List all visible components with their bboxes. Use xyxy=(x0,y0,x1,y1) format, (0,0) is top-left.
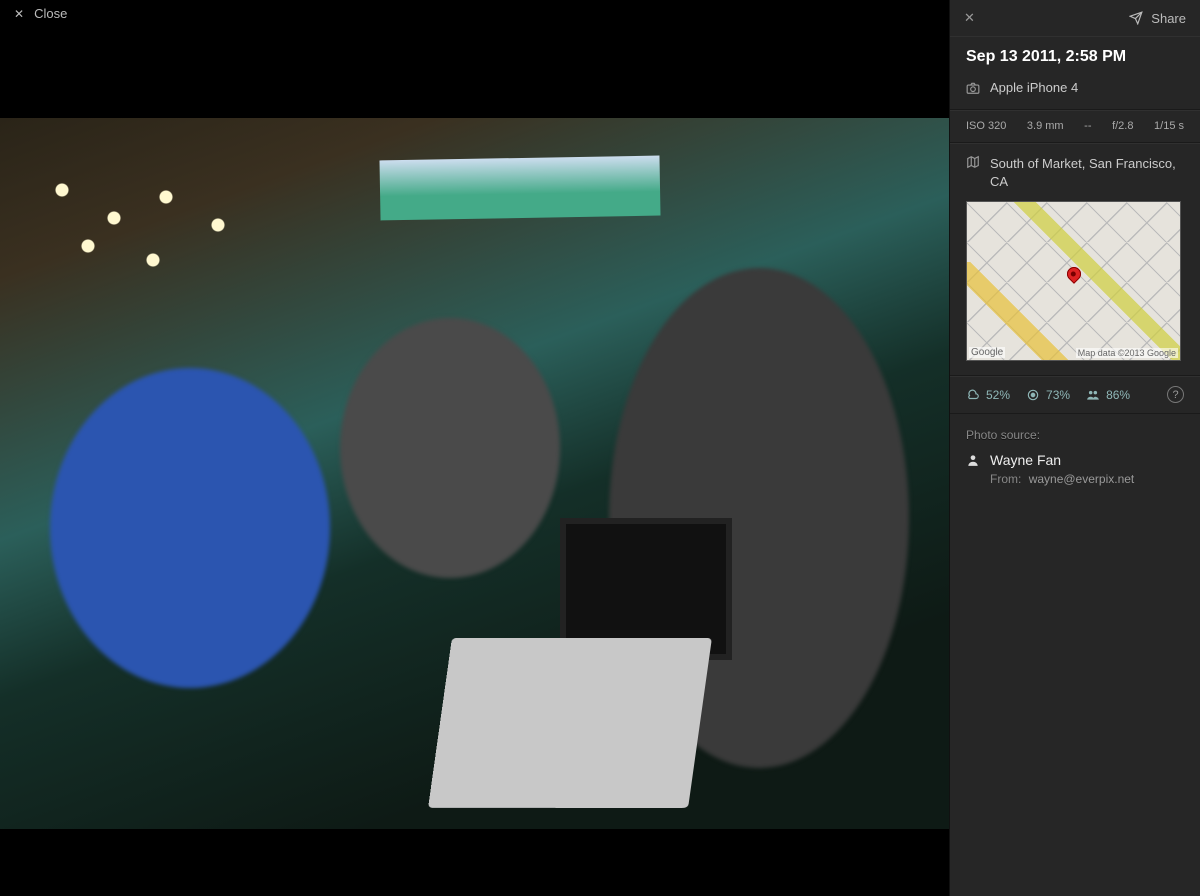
timestamp-section: Sep 13 2011, 2:58 PM Apple iPhone 4 xyxy=(950,36,1200,110)
details-sidebar: ✕ Share Sep 13 2011, 2:58 PM Apple iPhon xyxy=(949,0,1200,896)
source-label: Photo source: xyxy=(966,428,1184,442)
camera-icon xyxy=(966,81,980,95)
close-button[interactable]: ✕ Close xyxy=(14,6,67,21)
location-section: South of Market, San Francisco, CA Googl… xyxy=(950,143,1200,376)
close-label: Close xyxy=(34,6,67,21)
photo-pane: ✕ Close xyxy=(0,0,949,896)
score-3: 86% xyxy=(1086,388,1130,402)
location-row: South of Market, San Francisco, CA xyxy=(966,155,1184,191)
source-from-value: wayne@everpix.net xyxy=(1029,472,1135,486)
map-attribution-text: Map data ©2013 Google xyxy=(1076,348,1178,358)
camera-model: Apple iPhone 4 xyxy=(990,80,1078,95)
source-from-label: From: xyxy=(990,472,1021,486)
score-1: 52% xyxy=(966,388,1010,402)
cloud-icon xyxy=(966,388,980,402)
exif-exposure-bias: -- xyxy=(1084,120,1091,132)
share-icon xyxy=(1129,11,1143,25)
exif-bar: ISO 320 3.9 mm -- f/2.8 1/15 s xyxy=(950,110,1200,143)
source-person-name: Wayne Fan xyxy=(990,452,1061,468)
score-2: 73% xyxy=(1026,388,1070,402)
share-label: Share xyxy=(1151,11,1186,26)
photo-image xyxy=(0,118,949,829)
map-pin-icon xyxy=(1064,264,1084,284)
close-icon: ✕ xyxy=(14,8,24,20)
score-2-value: 73% xyxy=(1046,388,1070,402)
map-icon xyxy=(966,155,980,169)
photo-timestamp: Sep 13 2011, 2:58 PM xyxy=(966,48,1184,66)
score-3-value: 86% xyxy=(1106,388,1130,402)
scores-bar: 52% 73% 86% ? xyxy=(950,376,1200,414)
help-icon[interactable]: ? xyxy=(1167,386,1184,403)
sidebar-close-icon[interactable]: ✕ xyxy=(964,10,975,26)
share-button[interactable]: Share xyxy=(1129,11,1186,26)
sidebar-top-bar: ✕ Share xyxy=(950,0,1200,36)
source-from-row: From: wayne@everpix.net xyxy=(966,472,1184,486)
person-icon xyxy=(966,453,980,467)
location-name: South of Market, San Francisco, CA xyxy=(990,155,1184,191)
exif-focal-length: 3.9 mm xyxy=(1027,120,1064,132)
source-section: Photo source: Wayne Fan From: wayne@ever… xyxy=(950,414,1200,500)
camera-row: Apple iPhone 4 xyxy=(966,80,1184,95)
map-attribution-logo: Google xyxy=(969,347,1005,358)
source-person-row: Wayne Fan xyxy=(966,452,1184,468)
exif-aperture: f/2.8 xyxy=(1112,120,1133,132)
app-root: ✕ Close ✕ Share Sep xyxy=(0,0,1200,896)
people-icon xyxy=(1086,388,1100,402)
location-map[interactable]: Google Map data ©2013 Google xyxy=(966,201,1181,361)
score-1-value: 52% xyxy=(986,388,1010,402)
exif-shutter: 1/15 s xyxy=(1154,120,1184,132)
exif-iso: ISO 320 xyxy=(966,120,1006,132)
target-icon xyxy=(1026,388,1040,402)
